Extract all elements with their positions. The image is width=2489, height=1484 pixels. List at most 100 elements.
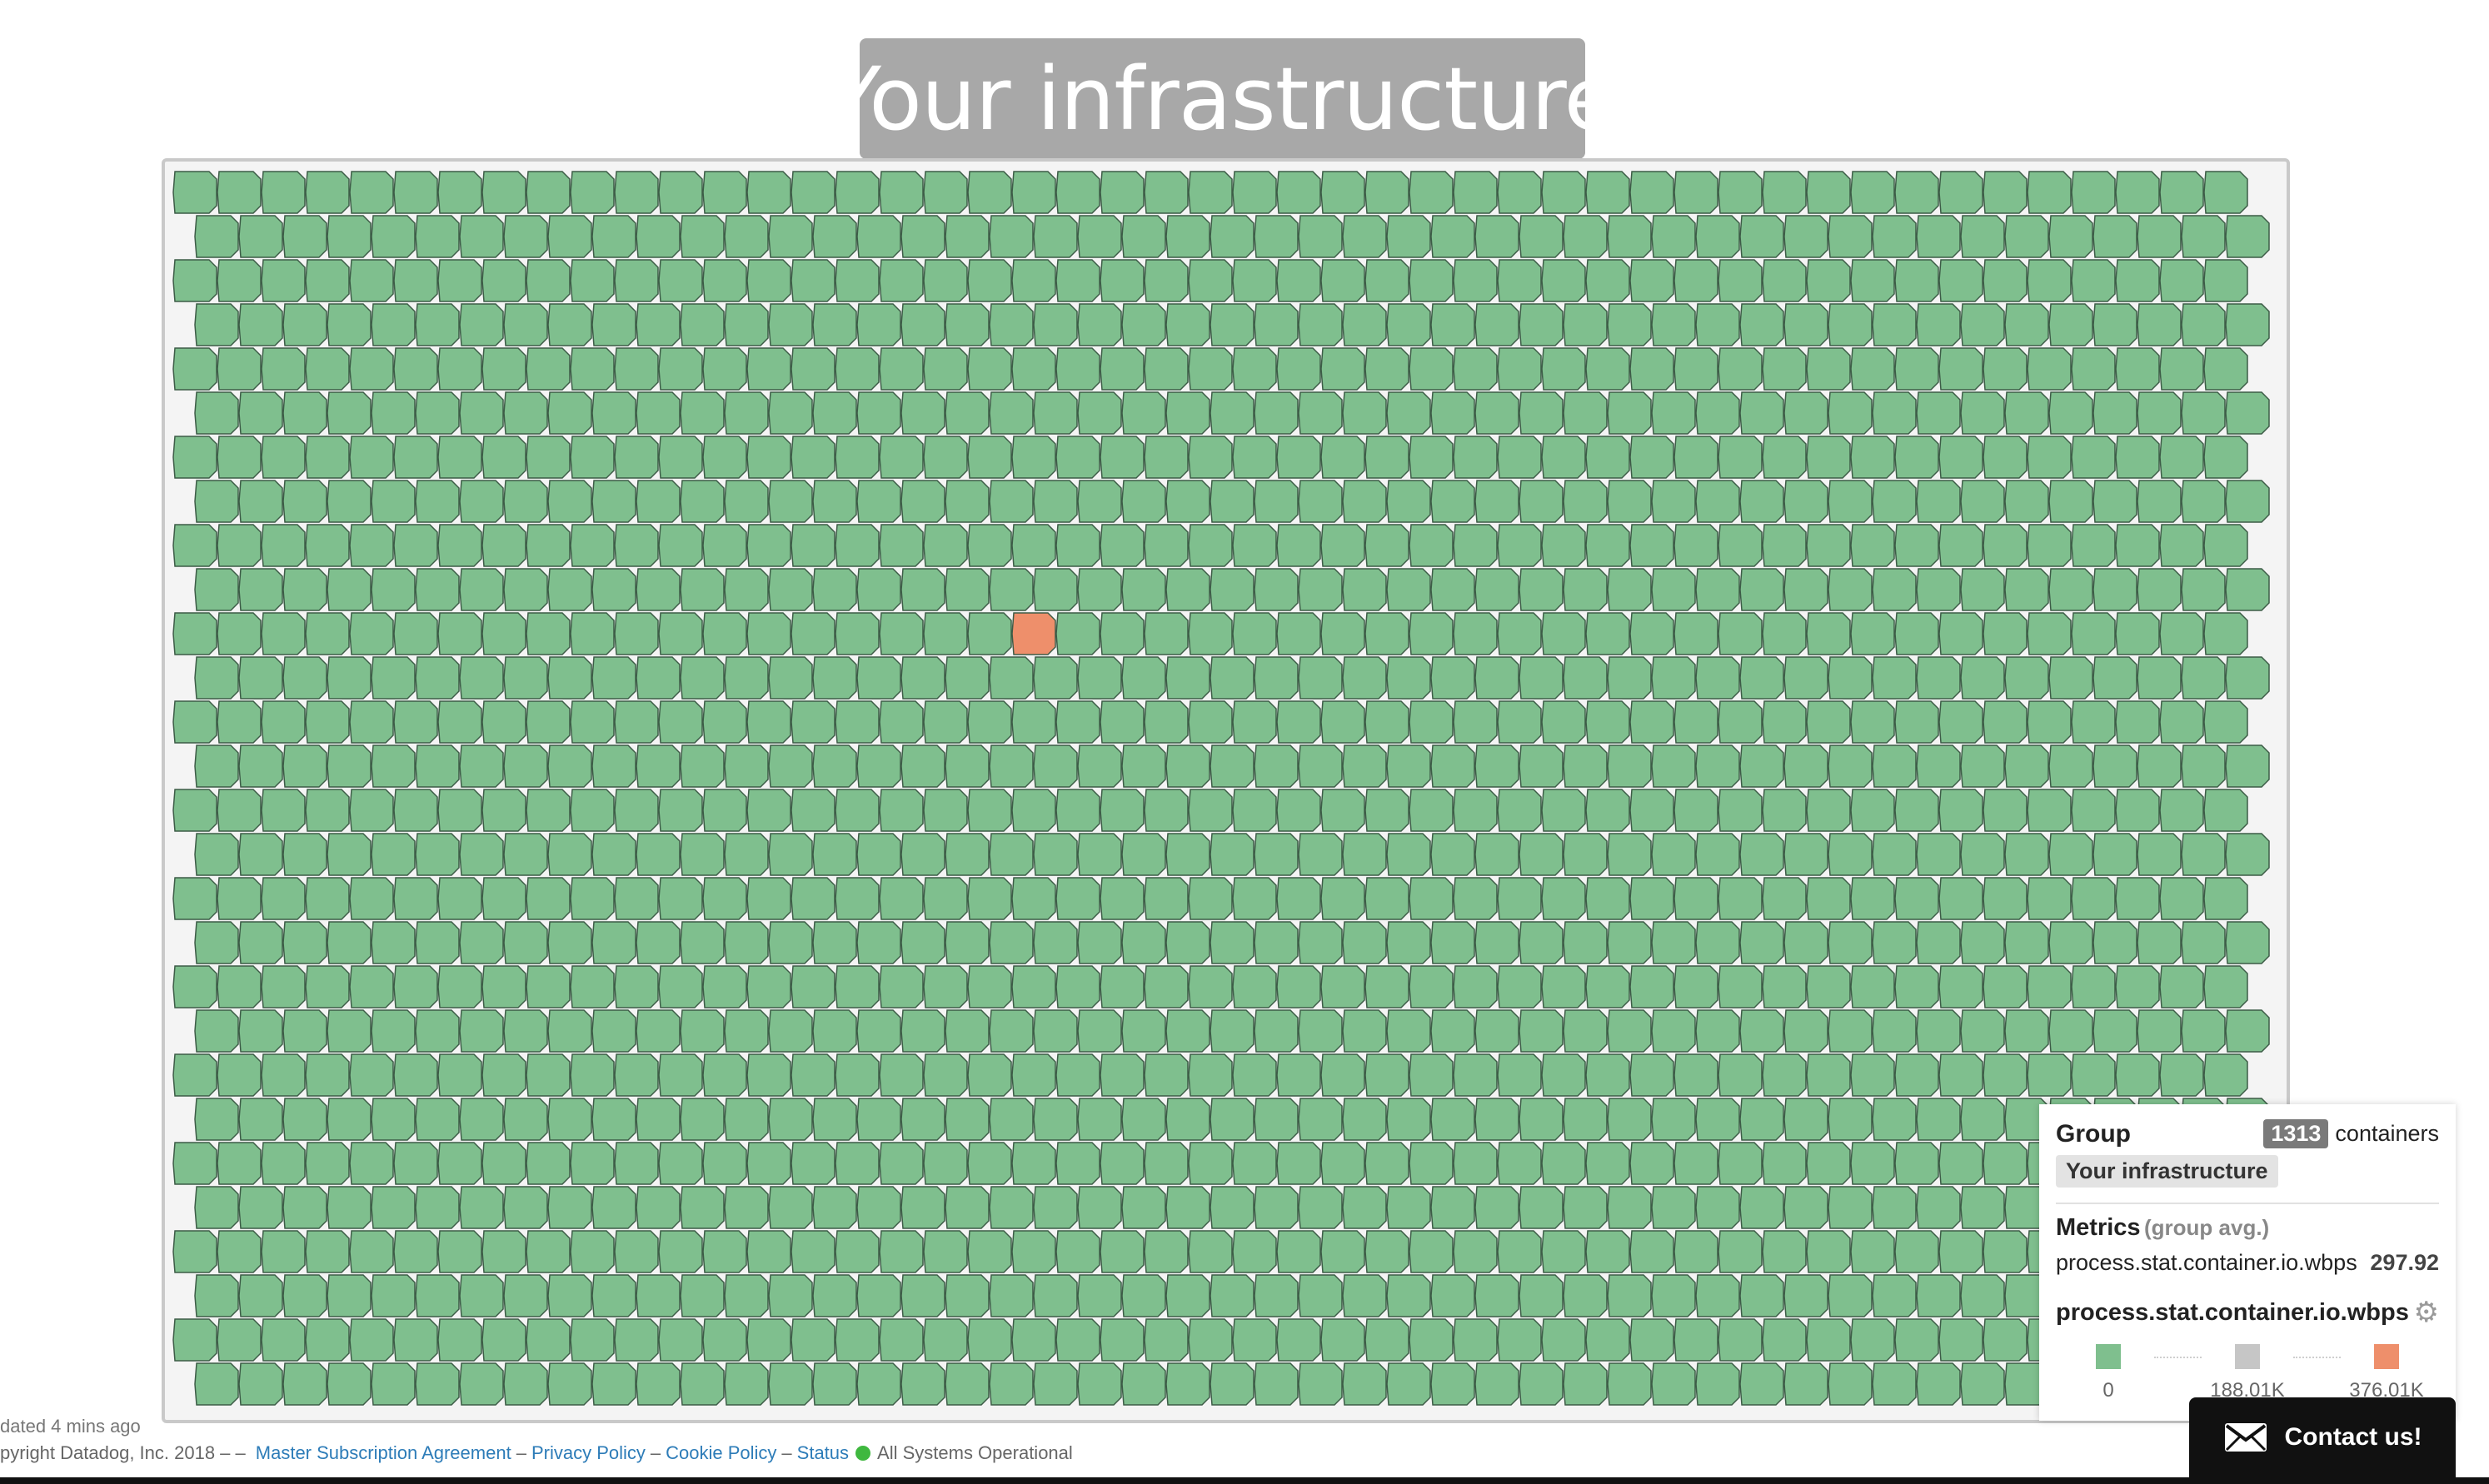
container-cell[interactable] xyxy=(1983,1142,2028,1185)
container-cell[interactable] xyxy=(900,1098,945,1141)
container-cell[interactable] xyxy=(238,1009,283,1053)
container-cell[interactable] xyxy=(989,215,1034,258)
container-cell[interactable] xyxy=(1232,700,1277,744)
container-cell[interactable] xyxy=(1718,1318,1763,1362)
container-cell[interactable] xyxy=(371,1186,416,1229)
container-cell[interactable] xyxy=(1409,1142,1454,1185)
container-cell[interactable] xyxy=(1232,436,1277,479)
container-cell[interactable] xyxy=(2004,391,2049,435)
container-cell[interactable] xyxy=(217,347,262,391)
container-cell[interactable] xyxy=(1077,391,1122,435)
container-cell[interactable] xyxy=(1541,1053,1586,1097)
container-cell[interactable] xyxy=(812,1098,857,1141)
container-cell[interactable] xyxy=(1497,700,1542,744)
contact-us-button[interactable]: Contact us! xyxy=(2189,1397,2456,1477)
container-cell[interactable] xyxy=(1894,524,1939,567)
container-cell[interactable] xyxy=(658,259,703,302)
container-cell[interactable] xyxy=(967,171,1012,214)
container-cell[interactable] xyxy=(1254,656,1299,700)
container-cell[interactable] xyxy=(791,1053,835,1097)
container-cell[interactable] xyxy=(1718,436,1763,479)
container-cell[interactable] xyxy=(1474,391,1519,435)
container-cell[interactable] xyxy=(1364,700,1409,744)
container-cell[interactable] xyxy=(1033,1274,1078,1317)
container-cell[interactable] xyxy=(856,1009,901,1053)
container-cell[interactable] xyxy=(835,524,880,567)
container-cell[interactable] xyxy=(1960,480,2005,523)
container-cell[interactable] xyxy=(1828,1186,1873,1229)
container-cell[interactable] xyxy=(1430,1186,1475,1229)
container-cell[interactable] xyxy=(1276,789,1321,832)
container-cell[interactable] xyxy=(349,1230,394,1273)
container-cell[interactable] xyxy=(900,921,945,964)
container-cell[interactable] xyxy=(724,215,769,258)
container-cell[interactable] xyxy=(2181,1009,2226,1053)
container-cell[interactable] xyxy=(570,1318,615,1362)
container-cell[interactable] xyxy=(1100,1230,1145,1273)
container-cell[interactable] xyxy=(1100,524,1145,567)
container-cell[interactable] xyxy=(900,1362,945,1406)
container-cell[interactable] xyxy=(1718,789,1763,832)
container-cell[interactable] xyxy=(2137,480,2182,523)
container-cell[interactable] xyxy=(1739,391,1784,435)
container-cell[interactable] xyxy=(2027,171,2072,214)
container-cell[interactable] xyxy=(1585,436,1630,479)
container-cell[interactable] xyxy=(481,171,526,214)
container-cell[interactable] xyxy=(724,391,769,435)
container-cell[interactable] xyxy=(1828,1009,1873,1053)
container-cell[interactable] xyxy=(1055,965,1100,1008)
container-cell[interactable] xyxy=(1409,171,1454,214)
container-cell[interactable] xyxy=(1474,833,1519,876)
container-cell[interactable] xyxy=(2092,656,2137,700)
container-cell[interactable] xyxy=(1430,391,1475,435)
container-cell[interactable] xyxy=(415,568,460,611)
container-cell[interactable] xyxy=(1342,1009,1387,1053)
container-cell[interactable] xyxy=(1121,744,1166,788)
container-cell[interactable] xyxy=(1718,259,1763,302)
container-cell[interactable] xyxy=(636,656,681,700)
container-cell[interactable] xyxy=(481,877,526,920)
container-cell[interactable] xyxy=(217,1142,262,1185)
container-cell[interactable] xyxy=(1629,700,1674,744)
container-cell[interactable] xyxy=(459,568,504,611)
container-cell[interactable] xyxy=(1276,1142,1321,1185)
container-cell[interactable] xyxy=(1474,1098,1519,1141)
container-cell[interactable] xyxy=(349,877,394,920)
container-cell[interactable] xyxy=(261,524,306,567)
container-cell[interactable] xyxy=(791,612,835,655)
host-map-grid[interactable] xyxy=(165,162,2287,1420)
container-cell[interactable] xyxy=(923,347,968,391)
container-cell[interactable] xyxy=(1806,524,1851,567)
container-cell[interactable] xyxy=(1386,215,1431,258)
container-cell[interactable] xyxy=(1872,921,1917,964)
container-cell[interactable] xyxy=(1254,833,1299,876)
container-cell[interactable] xyxy=(1210,833,1254,876)
container-cell[interactable] xyxy=(1210,1098,1254,1141)
container-cell[interactable] xyxy=(702,347,747,391)
container-cell[interactable] xyxy=(1828,921,1873,964)
container-cell[interactable] xyxy=(2048,921,2093,964)
container-cell[interactable] xyxy=(1430,1274,1475,1317)
container-cell[interactable] xyxy=(305,965,350,1008)
container-cell[interactable] xyxy=(1519,1186,1564,1229)
container-cell[interactable] xyxy=(1474,656,1519,700)
container-cell[interactable] xyxy=(1055,1318,1100,1362)
container-cell[interactable] xyxy=(459,833,504,876)
container-cell[interactable] xyxy=(702,1053,747,1097)
container-cell[interactable] xyxy=(1585,789,1630,832)
container-cell[interactable] xyxy=(1232,347,1277,391)
container-cell[interactable] xyxy=(415,833,460,876)
container-cell[interactable] xyxy=(1651,921,1696,964)
container-cell[interactable] xyxy=(1739,215,1784,258)
container-cell[interactable] xyxy=(2027,612,2072,655)
container-cell[interactable] xyxy=(2092,921,2137,964)
container-cell[interactable] xyxy=(305,1230,350,1273)
container-cell[interactable] xyxy=(1497,612,1542,655)
container-cell[interactable] xyxy=(459,1274,504,1317)
container-cell[interactable] xyxy=(1872,480,1917,523)
container-cell[interactable] xyxy=(1121,1098,1166,1141)
container-cell[interactable] xyxy=(1783,1186,1828,1229)
container-cell[interactable] xyxy=(172,1230,217,1273)
container-cell[interactable] xyxy=(1695,744,1740,788)
container-cell[interactable] xyxy=(967,612,1012,655)
